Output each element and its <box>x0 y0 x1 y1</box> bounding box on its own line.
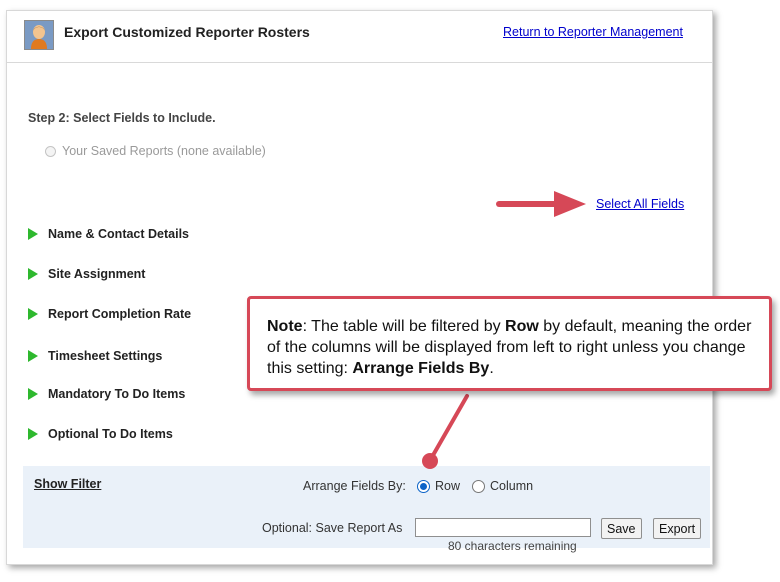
section-label: Report Completion Rate <box>48 307 192 321</box>
expand-triangle-icon[interactable] <box>28 428 38 440</box>
note-row-word: Row <box>505 318 539 335</box>
page-header: Export Customized Reporter Rosters Retur… <box>7 11 712 63</box>
section-mandatory-to-do-items[interactable]: Mandatory To Do Items <box>28 385 185 403</box>
save-report-input[interactable] <box>415 518 591 537</box>
note-text-1: : The table will be filtered by <box>302 318 506 335</box>
section-label: Site Assignment <box>48 267 146 281</box>
note-setting: Arrange Fields By <box>352 360 490 377</box>
arrange-column-label: Column <box>490 479 534 493</box>
reporter-avatar-icon <box>24 20 54 50</box>
arrange-column-radio[interactable] <box>472 479 485 493</box>
characters-remaining: 80 characters remaining <box>448 539 577 553</box>
export-button[interactable]: Export <box>653 518 702 539</box>
step-title: Step 2: Select Fields to Include. <box>28 111 216 125</box>
expand-triangle-icon[interactable] <box>28 350 38 362</box>
note-end: . <box>489 360 494 377</box>
save-report-label: Optional: Save Report As <box>262 521 403 535</box>
filter-bar: Show Filter Arrange Fields By: Row Colum… <box>23 466 710 553</box>
return-to-reporter-management-link[interactable]: Return to Reporter Management <box>503 25 683 39</box>
section-label: Optional To Do Items <box>48 427 173 441</box>
save-button[interactable]: Save <box>601 518 642 539</box>
section-label: Mandatory To Do Items <box>48 387 186 401</box>
select-all-fields-link[interactable]: Select All Fields <box>596 197 684 211</box>
expand-triangle-icon[interactable] <box>28 308 38 320</box>
section-report-completion-rate[interactable]: Report Completion Rate <box>28 305 191 323</box>
arrange-by-column-option[interactable]: Column <box>472 477 533 495</box>
section-optional-to-do-items[interactable]: Optional To Do Items <box>28 425 173 443</box>
saved-reports-radio[interactable] <box>45 145 56 157</box>
arrange-row-radio[interactable] <box>417 479 430 493</box>
page-title: Export Customized Reporter Rosters <box>64 24 310 40</box>
arrange-fields-label: Arrange Fields By: <box>303 479 406 493</box>
section-site-assignment[interactable]: Site Assignment <box>28 265 145 283</box>
note-lead: Note <box>267 318 303 335</box>
arrange-by-row-option[interactable]: Row <box>417 477 460 495</box>
arrange-row-label: Row <box>435 479 461 493</box>
section-label: Timesheet Settings <box>48 349 163 363</box>
saved-reports-label: Your Saved Reports (none available) <box>62 144 266 158</box>
saved-reports-option[interactable]: Your Saved Reports (none available) <box>45 142 266 160</box>
expand-triangle-icon[interactable] <box>28 228 38 240</box>
show-filter-link[interactable]: Show Filter <box>34 477 101 491</box>
note-callout: Note: The table will be filtered by Row … <box>247 296 772 391</box>
expand-triangle-icon[interactable] <box>28 388 38 400</box>
section-label: Name & Contact Details <box>48 227 190 241</box>
expand-triangle-icon[interactable] <box>28 268 38 280</box>
section-timesheet-settings[interactable]: Timesheet Settings <box>28 347 162 365</box>
section-name-contact-details[interactable]: Name & Contact Details <box>28 225 189 243</box>
export-panel: Export Customized Reporter Rosters Retur… <box>6 10 713 565</box>
